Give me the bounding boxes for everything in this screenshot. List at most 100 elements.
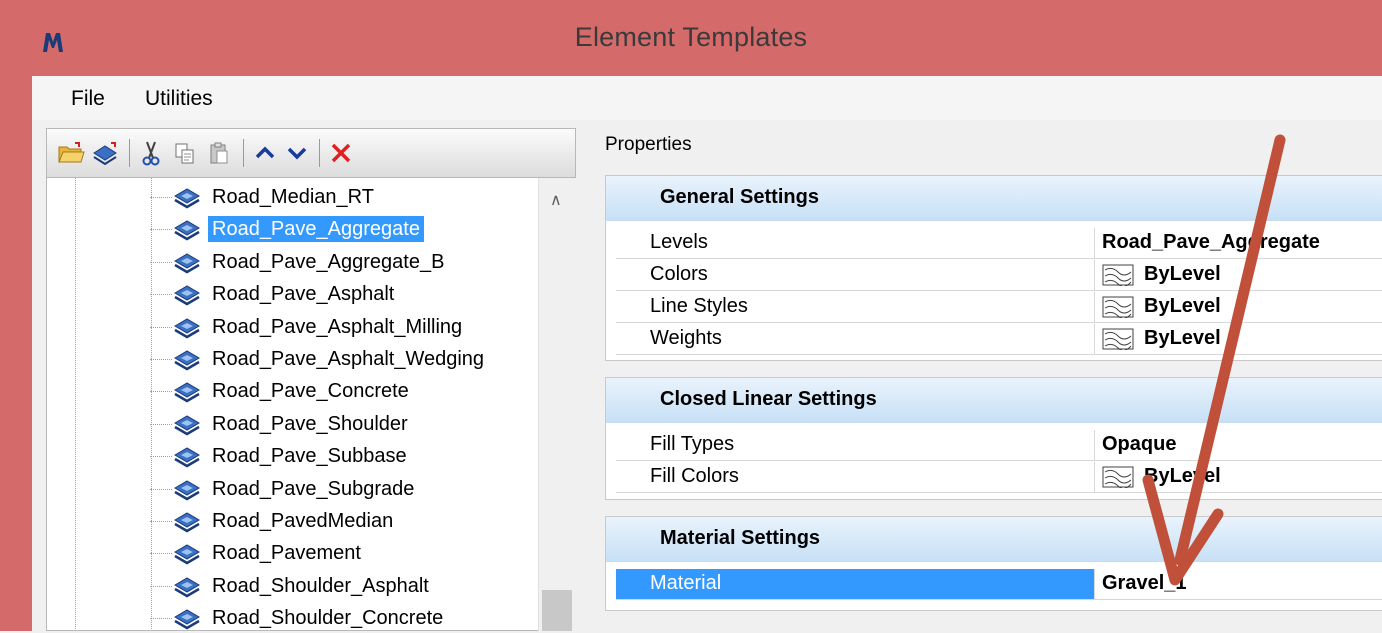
tree-connector bbox=[150, 391, 172, 393]
bylevel-swatch-icon bbox=[1102, 328, 1134, 350]
template-toolbar bbox=[46, 128, 576, 178]
element-template-icon bbox=[174, 188, 200, 209]
general-settings-group: General Settings Levels Road_Pave_Aggrega… bbox=[605, 175, 1382, 361]
tree-item-label: Road_Pave_Subgrade bbox=[212, 477, 415, 500]
property-row[interactable]: Fill Types Opaque bbox=[616, 430, 1382, 461]
property-value-cell[interactable]: Gravel_1 bbox=[1094, 569, 1382, 599]
property-row[interactable]: Line Styles ByLevel bbox=[616, 292, 1382, 323]
cut-icon[interactable] bbox=[137, 139, 165, 167]
property-name-cell: Levels bbox=[616, 228, 1095, 258]
tree-connector bbox=[150, 618, 172, 620]
property-value: Road_Pave_Aggregate bbox=[1102, 231, 1320, 253]
property-row[interactable]: Levels Road_Pave_Aggregate bbox=[616, 228, 1382, 259]
property-value-cell[interactable]: ByLevel bbox=[1094, 324, 1382, 354]
tree-connector bbox=[150, 326, 172, 328]
tree-guide-line bbox=[151, 178, 153, 630]
property-name-cell: Weights bbox=[616, 324, 1095, 354]
property-value: Gravel_1 bbox=[1102, 572, 1187, 594]
delete-icon[interactable] bbox=[327, 139, 355, 167]
property-row[interactable]: Fill Colors ByLevel bbox=[616, 462, 1382, 493]
closed-linear-settings-header[interactable]: Closed Linear Settings bbox=[606, 378, 1382, 423]
tree-connector bbox=[150, 359, 172, 360]
copy-icon[interactable] bbox=[171, 139, 199, 167]
tree-item-label: Road_PavedMedian bbox=[212, 510, 394, 532]
property-name-cell: Fill Types bbox=[616, 430, 1095, 460]
property-value-cell[interactable]: Opaque bbox=[1094, 430, 1382, 460]
bylevel-swatch-icon bbox=[1102, 296, 1134, 318]
element-template-icon bbox=[174, 350, 200, 371]
property-value-cell[interactable]: ByLevel bbox=[1094, 260, 1382, 290]
property-value: ByLevel bbox=[1144, 465, 1221, 487]
toolbar-separator bbox=[129, 139, 130, 167]
property-row[interactable]: Weights ByLevel bbox=[616, 324, 1382, 355]
tree-connector bbox=[150, 197, 172, 198]
property-value-cell[interactable]: Road_Pave_Aggregate bbox=[1094, 228, 1382, 258]
material-settings-header[interactable]: Material Settings bbox=[606, 517, 1382, 562]
tree-connector bbox=[150, 585, 172, 587]
toolbar-separator bbox=[243, 139, 244, 167]
tree-connector bbox=[150, 488, 172, 490]
property-name-cell: Material bbox=[616, 569, 1095, 599]
property-name-cell: Colors bbox=[616, 260, 1095, 290]
property-name: Colors bbox=[650, 263, 708, 285]
property-value: ByLevel bbox=[1144, 327, 1221, 349]
element-template-icon bbox=[174, 285, 200, 306]
tree-item-label: Road_Pave_Asphalt bbox=[212, 283, 395, 306]
tree-item-label: Road_Shoulder_Concrete bbox=[212, 607, 444, 630]
scrollbar-thumb[interactable] bbox=[542, 590, 572, 631]
closed-linear-settings-group: Closed Linear Settings Fill Types Opaque F… bbox=[605, 377, 1382, 500]
new-template-icon[interactable] bbox=[91, 139, 119, 167]
material-settings-group: Material Settings Material Gravel_1 bbox=[605, 516, 1382, 611]
tree-connector bbox=[150, 423, 172, 425]
tree-connector bbox=[150, 294, 172, 296]
tree-item-label: Road_Pave_Aggregate_B bbox=[212, 250, 445, 273]
menu-utilities[interactable]: Utilities bbox=[145, 87, 213, 111]
tree-item-label: Road_Pave_Aggregate bbox=[208, 216, 424, 243]
general-settings-header[interactable]: General Settings bbox=[606, 176, 1382, 221]
scroll-up-arrow-icon[interactable]: ∧ bbox=[550, 190, 562, 210]
element-template-icon bbox=[174, 512, 200, 533]
element-template-icon bbox=[174, 220, 200, 241]
tree-connector bbox=[150, 229, 172, 231]
tree-item-label: Road_Pave_Asphalt_Wedging bbox=[212, 348, 485, 370]
tree-item-label: Road_Pave_Subbase bbox=[212, 445, 407, 468]
tree-item-label: Road_Shoulder_Asphalt bbox=[212, 574, 429, 597]
menu-file[interactable]: File bbox=[71, 87, 105, 111]
window-frame-left bbox=[0, 0, 32, 631]
property-name: Line Styles bbox=[650, 295, 748, 317]
open-folder-icon[interactable] bbox=[57, 139, 85, 167]
property-row[interactable]: Colors ByLevel bbox=[616, 260, 1382, 291]
property-name-cell: Line Styles bbox=[616, 292, 1095, 322]
tree-item-label: Road_Pavement bbox=[212, 542, 361, 565]
element-template-icon bbox=[174, 447, 200, 468]
tree-item-label: Road_Median_RT bbox=[212, 186, 374, 208]
element-template-icon bbox=[174, 382, 200, 403]
group-title: Closed Linear Settings bbox=[660, 388, 877, 410]
property-name: Levels bbox=[650, 231, 708, 253]
property-name: Fill Types bbox=[650, 433, 735, 455]
element-template-icon bbox=[174, 544, 200, 565]
property-value: ByLevel bbox=[1144, 263, 1221, 285]
tree-item-label: Road_Pave_Concrete bbox=[212, 380, 409, 403]
element-template-icon bbox=[174, 415, 200, 436]
tree-item-label: Road_Pave_Asphalt_Milling bbox=[212, 315, 463, 338]
move-down-icon[interactable] bbox=[283, 139, 311, 167]
property-value-cell[interactable]: ByLevel bbox=[1094, 292, 1382, 322]
move-up-icon[interactable] bbox=[251, 139, 279, 167]
element-template-icon bbox=[174, 253, 200, 274]
property-value-cell[interactable]: ByLevel bbox=[1094, 462, 1382, 492]
toolbar-separator bbox=[319, 139, 320, 167]
property-name: Material bbox=[650, 572, 722, 594]
tree-guide-line bbox=[75, 178, 77, 630]
property-row[interactable]: Material Gravel_1 bbox=[616, 569, 1382, 600]
property-value: Opaque bbox=[1102, 433, 1177, 455]
element-template-icon bbox=[174, 577, 200, 598]
element-template-icon bbox=[174, 480, 200, 501]
tree-connector bbox=[150, 261, 172, 263]
paste-icon[interactable] bbox=[205, 139, 233, 167]
element-template-icon bbox=[174, 318, 200, 339]
tree-item-label: Road_Pave_Shoulder bbox=[212, 412, 408, 435]
property-name-cell: Fill Colors bbox=[616, 462, 1095, 492]
tree-scrollbar[interactable] bbox=[538, 178, 576, 631]
menu-bar bbox=[32, 76, 1382, 120]
